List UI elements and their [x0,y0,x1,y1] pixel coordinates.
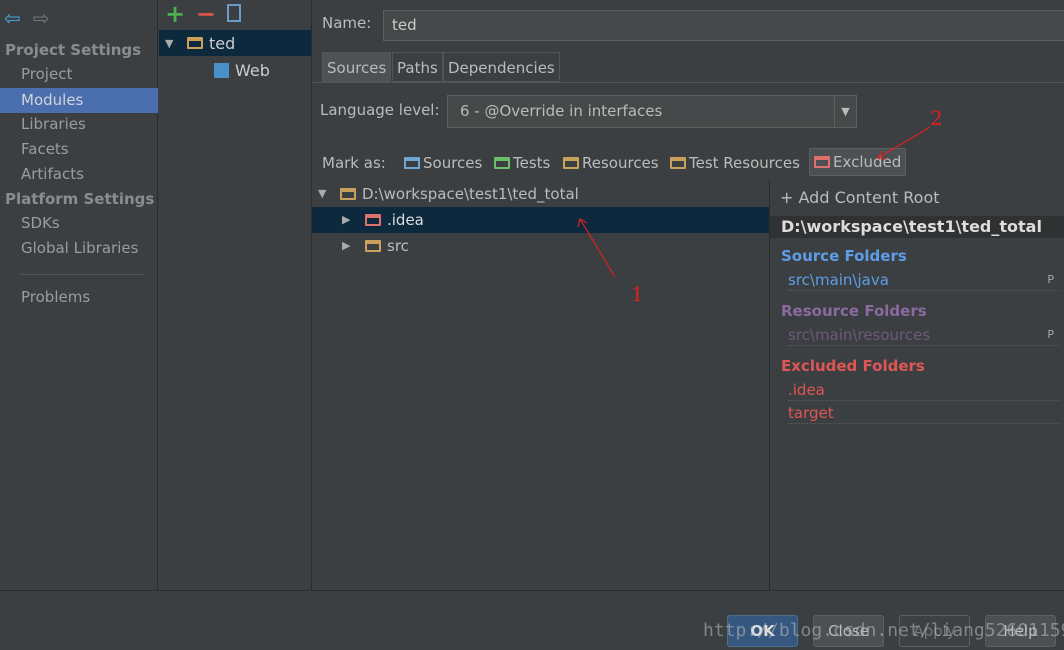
divider [20,274,145,275]
label: src\main\java [788,271,889,289]
resource-folder-item[interactable]: src\main\resources P [788,325,1060,346]
chevron-down-icon[interactable]: ▼ [834,96,856,127]
test-resources-folder-icon [670,157,686,169]
label: Excluded [833,153,902,171]
help-button[interactable]: Help [985,615,1056,647]
language-level-label: Language level: [320,101,440,119]
content-root-path: D:\workspace\test1\ted_total [770,216,1064,238]
tab-dependencies[interactable]: Dependencies [443,52,560,82]
excluded-folder-item[interactable]: .idea [788,380,1060,401]
label: Sources [423,154,483,172]
tree-label: src [387,237,409,255]
module-tree: + − ▼ ted Web [159,0,312,590]
sidebar-item-libraries[interactable]: Libraries [0,112,158,137]
excluded-folder-item[interactable]: target [788,403,1060,424]
tab-divider [312,82,1064,83]
name-label: Name: [322,14,372,32]
add-content-root-button[interactable]: + Add Content Root [780,188,940,207]
project-settings-heading: Project Settings [5,41,142,59]
remove-icon[interactable]: − [196,0,216,28]
tree-row-src[interactable]: ▶ src [312,233,769,259]
mark-sources-button[interactable]: Sources [404,150,482,176]
excluded-folder-icon [365,214,381,226]
folder-icon [340,188,356,200]
ok-button[interactable]: OK [727,615,798,647]
label: Resources [582,154,659,172]
sidebar-item-artifacts[interactable]: Artifacts [0,162,158,187]
content-root-panel: + Add Content Root D:\workspace\test1\te… [769,180,1064,590]
excluded-folders-heading: Excluded Folders [781,357,925,375]
sidebar-item-modules[interactable]: Modules [0,88,158,113]
module-folder-icon [187,37,203,49]
sidebar-item-problems[interactable]: Problems [0,285,158,310]
module-name: ted [209,33,236,53]
language-level-value: 6 - @Override in interfaces [460,102,663,120]
tree-row-idea[interactable]: ▶ .idea [312,207,769,233]
tab-sources[interactable]: Sources [322,52,392,82]
expand-icon[interactable]: ▶ [342,207,356,233]
source-folders-heading: Source Folders [781,247,907,265]
tree-row-root[interactable]: ▼ D:\workspace\test1\ted_total [312,181,769,207]
close-button[interactable]: Close [813,615,884,647]
expand-icon[interactable]: ▶ [342,233,356,259]
mark-excluded-button[interactable]: Excluded [809,148,907,176]
sidebar-item-project[interactable]: Project [0,62,158,87]
sidebar-item-facets[interactable]: Facets [0,137,158,162]
tree-label: D:\workspace\test1\ted_total [362,185,579,203]
source-folder-item[interactable]: src\main\java P [788,270,1060,291]
sources-folder-icon [404,157,420,169]
content-root-tree: ▼ D:\workspace\test1\ted_total ▶ .idea ▶ sr… [312,180,769,590]
mark-resources-button[interactable]: Resources [563,150,659,176]
plus-icon: + [780,188,799,207]
label: Test Resources [689,154,800,172]
label: Add Content Root [798,188,940,207]
settings-sidebar: ⇦ ⇨ Project Settings Project Modules Lib… [0,0,158,590]
excluded-folder-icon [814,156,830,168]
package-prefix-icon[interactable]: P [1047,270,1054,290]
platform-settings-heading: Platform Settings [5,190,155,208]
tests-folder-icon [494,157,510,169]
package-prefix-icon[interactable]: P [1047,325,1054,345]
tab-paths[interactable]: Paths [392,52,443,82]
name-input[interactable]: ted [383,10,1064,41]
resource-folders-heading: Resource Folders [781,302,927,320]
sidebar-item-sdks[interactable]: SDKs [0,211,158,236]
apply-button[interactable]: Apply [899,615,970,647]
web-facet-icon [214,62,229,78]
back-arrow-icon[interactable]: ⇦ [4,6,21,30]
facet-row-web[interactable]: Web [214,57,270,83]
facet-name: Web [235,60,270,80]
add-icon[interactable]: + [165,0,185,28]
mark-as-label: Mark as: [322,154,386,172]
module-row-ted[interactable]: ▼ ted [159,30,311,56]
label: Tests [513,154,551,172]
tree-label: .idea [387,211,424,229]
mark-test-resources-button[interactable]: Test Resources [670,150,800,176]
label: src\main\resources [788,326,931,344]
sidebar-item-global-libraries[interactable]: Global Libraries [0,236,158,261]
language-level-select[interactable]: 6 - @Override in interfaces ▼ [447,95,857,128]
mark-tests-button[interactable]: Tests [494,150,550,176]
copy-icon[interactable] [227,4,241,22]
forward-arrow-icon[interactable]: ⇨ [33,6,50,30]
expand-icon[interactable]: ▼ [165,37,179,50]
collapse-icon[interactable]: ▼ [318,181,332,207]
resources-folder-icon [563,157,579,169]
folder-icon [365,240,381,252]
